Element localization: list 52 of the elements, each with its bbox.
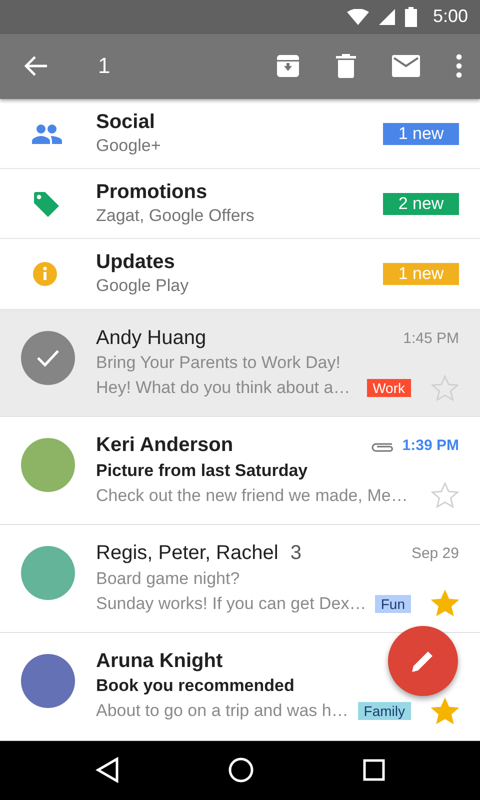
- category-name: Promotions: [96, 181, 208, 204]
- home-circle-icon: [228, 757, 254, 784]
- category-senders: Zagat, Google Offers: [96, 206, 256, 226]
- battery-icon: [404, 6, 417, 27]
- selected-count: 1: [98, 53, 112, 80]
- trash-icon: [336, 54, 356, 78]
- envelope-icon: [392, 55, 420, 78]
- new-count-badge: 1 new: [383, 262, 459, 285]
- signal-icon: [378, 8, 395, 25]
- star-icon[interactable]: [431, 482, 459, 510]
- recents-square-icon: [363, 759, 386, 782]
- back-arrow-icon: [24, 55, 48, 78]
- people-icon: [32, 124, 62, 144]
- clock: 5:00: [432, 6, 468, 28]
- star-icon[interactable]: [431, 590, 459, 618]
- email-snippet: Sunday works! If you can get Dex…: [96, 594, 367, 614]
- info-icon: [32, 260, 58, 287]
- email-subject: Picture from last Saturday: [96, 460, 308, 481]
- archive-icon: [276, 54, 300, 78]
- thread-count: 3: [290, 542, 302, 566]
- email-subject: Board game night?: [96, 568, 240, 589]
- email-snippet: Check out the new friend we made, Me…: [96, 486, 409, 506]
- email-subject: Book you recommended: [96, 676, 294, 696]
- email-subject: Bring Your Parents to Work Day!: [96, 353, 340, 374]
- category-senders: Google Play: [96, 276, 190, 296]
- category-senders: Google+: [96, 136, 162, 156]
- email-row[interactable]: Andy Huang 1:45 PM Bring Your Parents to Work Day! Hey! What do you think about a… Work: [0, 310, 480, 418]
- star-icon[interactable]: [431, 698, 459, 725]
- email-time: Sep 29: [411, 545, 459, 562]
- category-row[interactable]: Social Google+ 1 new: [0, 98, 480, 170]
- new-count-badge: 2 new: [383, 192, 459, 215]
- new-count-badge: 1 new: [383, 122, 459, 144]
- back-triangle-icon: [94, 757, 119, 784]
- email-label: Work: [366, 379, 411, 398]
- category-row[interactable]: Promotions Zagat, Google Offers 2 new: [0, 169, 480, 240]
- sender-name: Andy Huang: [96, 326, 206, 350]
- email-time: 1:45 PM: [403, 330, 459, 347]
- sender-name: Aruna Knight: [96, 650, 223, 673]
- category-row[interactable]: Updates Google Play 1 new: [0, 239, 480, 310]
- email-time: 1:39 PM: [402, 437, 459, 454]
- category-name: Updates: [96, 251, 176, 274]
- email-snippet: About to go on a trip and was h…: [96, 701, 350, 722]
- tag-icon: [32, 190, 60, 218]
- more-icon: [456, 54, 462, 78]
- email-label: Fun: [374, 594, 411, 613]
- category-name: Social: [96, 111, 156, 134]
- sender-name: Keri Anderson: [96, 434, 234, 458]
- wifi-icon: [346, 8, 369, 25]
- sender-name: Regis, Peter, Rachel: [96, 542, 278, 566]
- email-label: Family: [358, 702, 411, 720]
- email-snippet: Hey! What do you think about a…: [96, 378, 352, 398]
- star-icon[interactable]: [431, 374, 459, 402]
